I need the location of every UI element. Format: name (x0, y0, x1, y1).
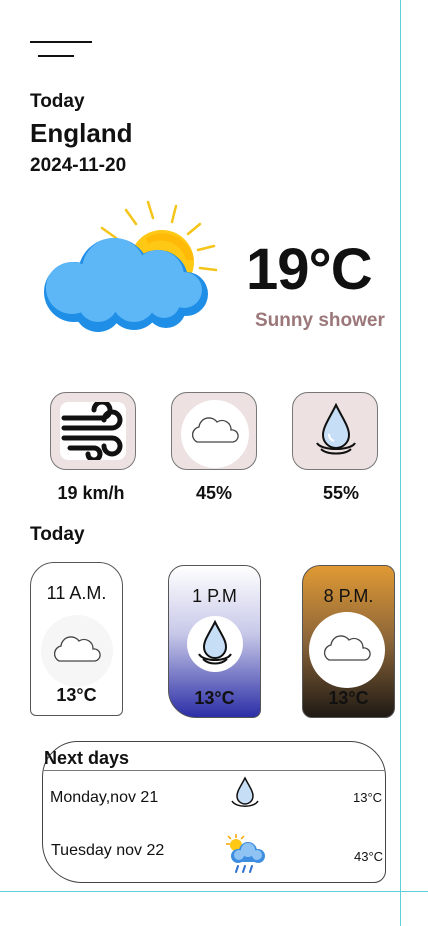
hourly-title: Today (30, 524, 85, 545)
cloud-stat-card[interactable] (171, 392, 257, 470)
hourly-time: 1 P.M (192, 586, 237, 606)
hourly-temperature: 13°C (328, 688, 369, 708)
location-name: England (30, 118, 133, 148)
humidity-value: 55% (322, 483, 360, 503)
hourly-card-8pm[interactable]: 8 P.M. 13°C (302, 565, 395, 718)
current-temperature: 19°C (246, 237, 373, 302)
menu-line (30, 41, 92, 43)
water-drop-icon (231, 776, 259, 807)
cloud-icon (309, 612, 385, 688)
menu-line (38, 55, 74, 57)
humidity-stat-card[interactable] (292, 392, 378, 470)
wind-stat-card[interactable] (50, 392, 136, 470)
hourly-card-1pm[interactable]: 1 P.M 13°C (168, 565, 261, 718)
sun-behind-cloud-icon (44, 200, 218, 332)
cloud-cover-value: 45% (195, 483, 233, 503)
weather-condition: Sunny shower (255, 310, 385, 331)
cloud-icon (41, 615, 113, 687)
hourly-time: 11 A.M. (46, 583, 107, 603)
hourly-card-11am[interactable]: 11 A.M. 13°C (30, 562, 123, 716)
hourly-temperature: 13°C (194, 688, 235, 708)
wind-speed-value: 19 km/h (57, 483, 125, 503)
hourly-temperature: 13°C (56, 685, 97, 705)
cloud-icon (181, 400, 249, 468)
next-days-title: Next days (44, 748, 130, 768)
next-day-temperature: 13°C (353, 790, 383, 805)
wind-icon (60, 402, 126, 460)
guide-line-horizontal (0, 891, 428, 892)
current-date: 2024-11-20 (30, 155, 127, 176)
hourly-time: 8 P.M. (323, 586, 374, 606)
next-day-name[interactable]: Monday,nov 21 (50, 789, 158, 807)
today-label: Today (30, 91, 85, 112)
divider (43, 770, 385, 771)
sun-rain-cloud-icon (226, 834, 265, 873)
menu-icon[interactable] (28, 38, 94, 62)
water-drop-icon (187, 616, 243, 672)
next-day-temperature: 43°C (354, 849, 384, 864)
water-drop-icon (316, 402, 356, 455)
next-day-name[interactable]: Tuesday nov 22 (51, 842, 164, 860)
guide-line-vertical (400, 0, 401, 926)
